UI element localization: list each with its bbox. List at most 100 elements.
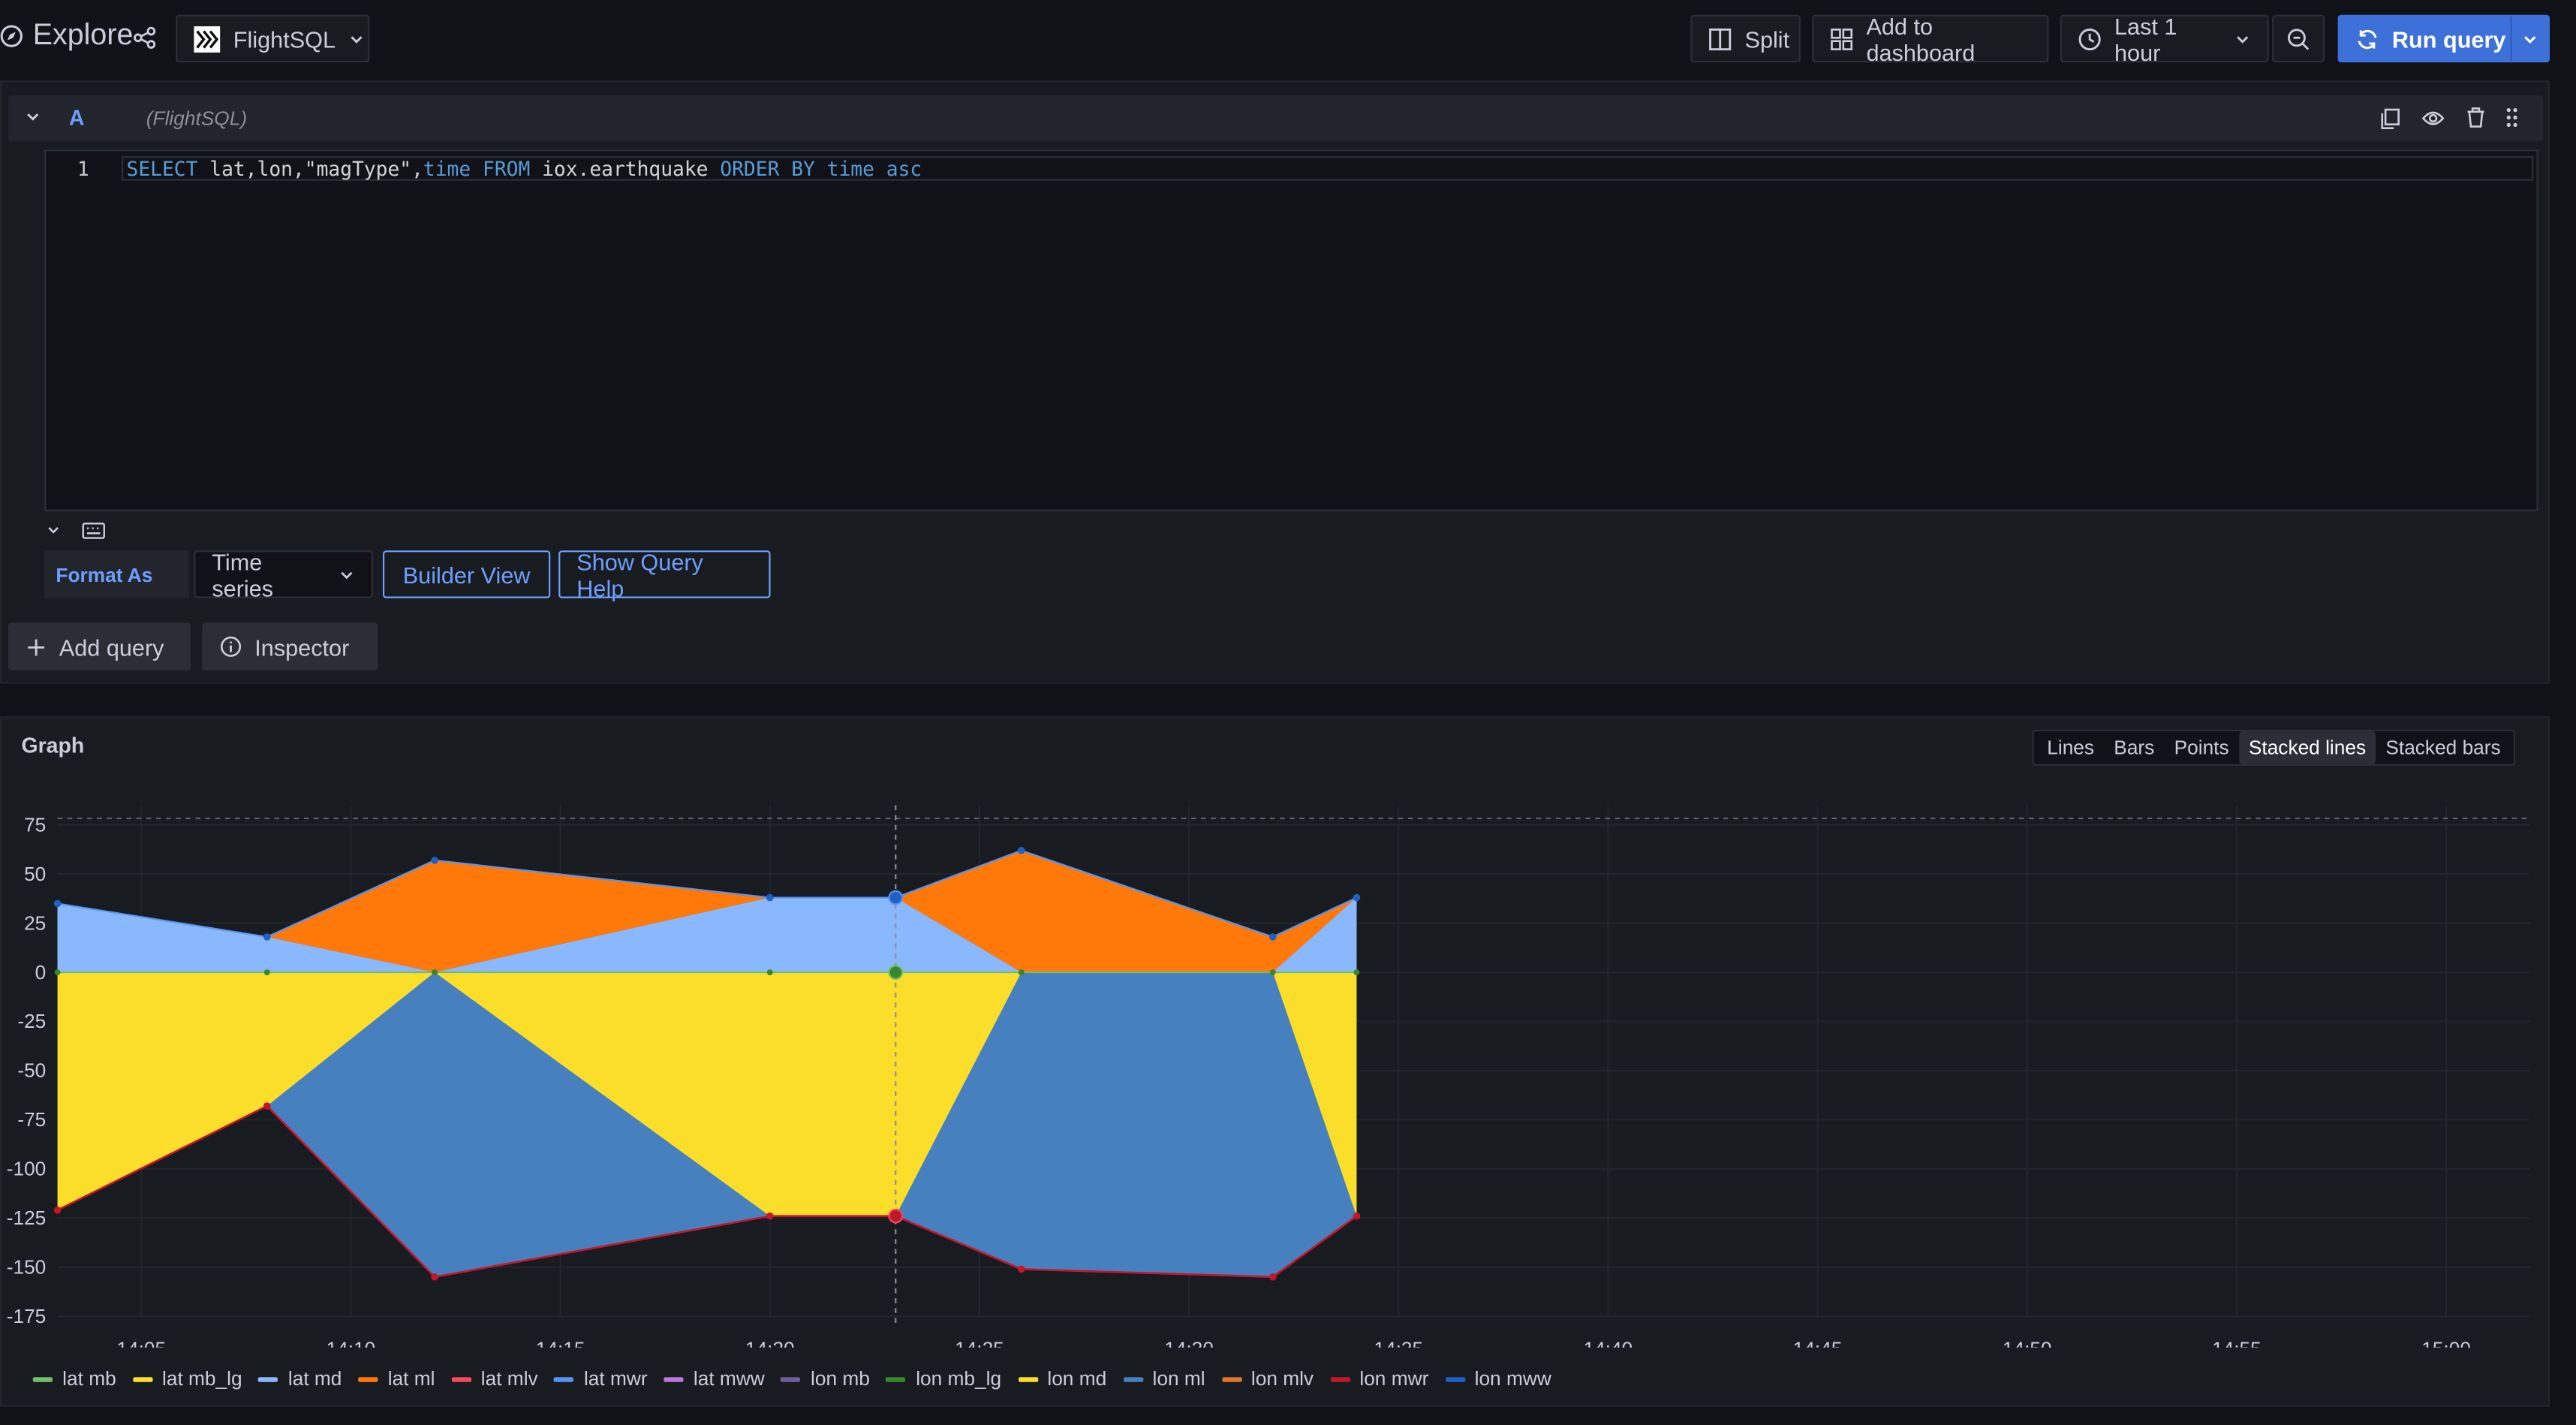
sql-keyword: asc bbox=[886, 158, 922, 181]
viz-tab-bars[interactable]: Bars bbox=[2104, 731, 2164, 764]
viz-tab-stacked-lines[interactable]: Stacked lines bbox=[2238, 731, 2376, 764]
legend-item[interactable]: lon mb bbox=[781, 1367, 870, 1390]
zoom-out-icon bbox=[2287, 27, 2310, 50]
data-point bbox=[1353, 893, 1361, 902]
legend-item[interactable]: lon mb_lg bbox=[886, 1367, 1001, 1390]
data-point bbox=[1017, 846, 1025, 854]
legend-swatch bbox=[664, 1376, 684, 1381]
add-query-button[interactable]: Add query bbox=[8, 622, 191, 671]
sql-keyword: time bbox=[423, 158, 471, 181]
data-point bbox=[1268, 1273, 1277, 1281]
legend-swatch bbox=[1445, 1376, 1465, 1381]
apps-icon bbox=[1830, 27, 1853, 50]
legend-label: lat ml bbox=[387, 1367, 435, 1390]
legend-label: lon md bbox=[1047, 1367, 1107, 1390]
x-tick-label: 14:40 bbox=[1584, 1338, 1633, 1348]
legend-item[interactable]: lat mb_lg bbox=[132, 1367, 242, 1390]
y-tick-label: 0 bbox=[35, 961, 47, 984]
legend-swatch bbox=[1329, 1376, 1350, 1381]
zoom-out-button[interactable] bbox=[2272, 14, 2325, 63]
sql-text[interactable]: SELECT lat,lon,"magType",time FROM iox.e… bbox=[127, 158, 922, 181]
share-icon[interactable] bbox=[133, 26, 156, 50]
legend-item[interactable]: lat md bbox=[258, 1367, 342, 1390]
viz-tab-lines[interactable]: Lines bbox=[2037, 731, 2104, 764]
data-point bbox=[766, 969, 773, 975]
y-tick-label: 75 bbox=[24, 813, 46, 836]
clock-icon bbox=[2078, 27, 2102, 50]
query-datasource-hint: (FlightSQL) bbox=[146, 107, 248, 130]
chart-legend: lat mb lat mb_lg lat md lat ml lat mlv lat mw… bbox=[32, 1367, 1551, 1390]
viz-tab-points[interactable]: Points bbox=[2164, 731, 2238, 764]
legend-swatch bbox=[258, 1376, 278, 1381]
x-tick-label: 14:30 bbox=[1164, 1338, 1214, 1348]
show-query-help-button[interactable]: Show Query Help bbox=[558, 548, 771, 601]
line-number: 1 bbox=[77, 158, 89, 181]
builder-view-button[interactable]: Builder View bbox=[382, 550, 551, 598]
legend-label: lon mlv bbox=[1250, 1367, 1314, 1390]
legend-item[interactable]: lat mwr bbox=[554, 1367, 648, 1390]
keyboard-icon[interactable] bbox=[82, 523, 105, 539]
run-query-button[interactable]: Run query bbox=[2337, 14, 2550, 63]
data-point bbox=[263, 1102, 271, 1110]
time-range-label: Last 1 hour bbox=[2114, 12, 2177, 65]
legend-item[interactable]: lat mlv bbox=[451, 1367, 538, 1390]
x-tick-label: 14:15 bbox=[536, 1338, 585, 1348]
legend-item[interactable]: lon md bbox=[1017, 1367, 1107, 1390]
collapse-chevron-icon[interactable] bbox=[46, 523, 61, 538]
add-to-dashboard-label: Add to dashboard bbox=[1866, 12, 1976, 65]
copy-icon[interactable] bbox=[2381, 108, 2400, 130]
inspector-button[interactable]: Inspector bbox=[202, 622, 378, 671]
graph-title: Graph bbox=[21, 733, 85, 758]
legend-label: lon mb bbox=[811, 1367, 870, 1390]
hover-point bbox=[888, 890, 904, 905]
x-tick-label: 14:50 bbox=[2003, 1338, 2052, 1348]
trash-icon[interactable] bbox=[2466, 107, 2485, 128]
time-range-picker[interactable]: Last 1 hour bbox=[2060, 12, 2269, 65]
chevron-down-icon[interactable] bbox=[2522, 32, 2538, 48]
y-tick-label: -175 bbox=[7, 1305, 47, 1327]
datasource-picker[interactable]: FlightSQL bbox=[176, 14, 370, 63]
legend-label: lon ml bbox=[1152, 1367, 1205, 1390]
sql-editor[interactable] bbox=[44, 149, 2538, 511]
stacked-lines-chart[interactable]: 75 50 25 0 -25 -50 -75 -100 -125 -150 -175 14:05 14:… bbox=[0, 789, 2550, 1348]
x-tick-label: 15:00 bbox=[2421, 1338, 2471, 1348]
drag-handle-icon[interactable] bbox=[2505, 107, 2519, 128]
format-select-value: Time series bbox=[212, 547, 274, 601]
legend-item[interactable]: lon mww bbox=[1445, 1367, 1551, 1390]
legend-item[interactable]: lon mwr bbox=[1329, 1367, 1428, 1390]
format-as-label: Format As bbox=[44, 550, 189, 598]
explore-page: Explore FlightSQL Split Add to dashboard… bbox=[0, 0, 2576, 1425]
y-tick-label: 25 bbox=[24, 911, 46, 934]
page-title: Explore bbox=[32, 18, 134, 51]
legend-item[interactable]: lon mlv bbox=[1221, 1367, 1314, 1390]
run-query-label: Run query bbox=[2391, 25, 2506, 52]
eye-icon[interactable] bbox=[2421, 108, 2445, 128]
split-button[interactable]: Split bbox=[1690, 14, 1801, 63]
data-point bbox=[766, 1212, 774, 1220]
data-point bbox=[1353, 969, 1360, 975]
legend-item[interactable]: lon ml bbox=[1123, 1367, 1205, 1390]
legend-item[interactable]: lat ml bbox=[358, 1367, 435, 1390]
data-point bbox=[431, 857, 438, 864]
data-point bbox=[432, 969, 438, 975]
x-tick-label: 14:35 bbox=[1374, 1338, 1423, 1348]
sync-icon bbox=[2356, 27, 2379, 50]
legend-item[interactable]: lat mb bbox=[32, 1367, 116, 1390]
query-ref-id[interactable]: A bbox=[69, 105, 85, 130]
viz-tab-stacked-bars[interactable]: Stacked bars bbox=[2376, 731, 2511, 764]
y-tick-label: -50 bbox=[17, 1059, 46, 1082]
sql-keyword: FROM bbox=[483, 158, 531, 181]
x-tick-label: 14:05 bbox=[116, 1338, 166, 1348]
collapse-chevron-icon[interactable] bbox=[25, 108, 41, 125]
chevron-down-icon bbox=[349, 30, 366, 47]
data-point bbox=[1269, 969, 1276, 975]
legend-swatch bbox=[1017, 1376, 1038, 1381]
hover-point bbox=[888, 965, 904, 980]
x-tick-label: 14:55 bbox=[2212, 1338, 2262, 1348]
format-select[interactable]: Time series bbox=[194, 547, 373, 601]
data-point bbox=[1353, 1212, 1361, 1220]
legend-item[interactable]: lat mww bbox=[664, 1367, 765, 1390]
legend-label: lon mww bbox=[1474, 1367, 1551, 1390]
add-to-dashboard-button[interactable]: Add to dashboard bbox=[1812, 12, 2049, 65]
data-point bbox=[431, 1273, 438, 1281]
